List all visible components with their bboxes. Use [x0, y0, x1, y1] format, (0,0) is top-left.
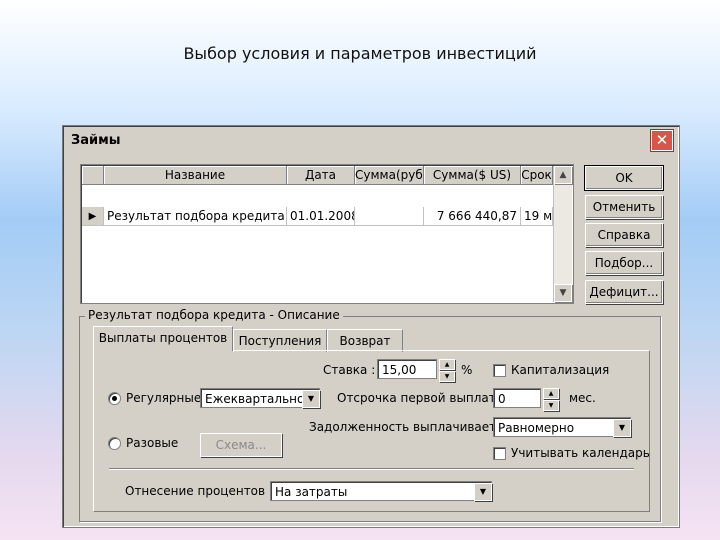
delay-unit-label: мес. — [569, 391, 596, 405]
col-header-term[interactable]: Срок — [521, 166, 553, 185]
rate-spinner[interactable]: ▲ ▼ — [439, 359, 455, 382]
rate-field[interactable]: 15,00 — [377, 359, 437, 379]
cancel-button[interactable]: Отменить — [585, 195, 663, 219]
dialog-title: Займы — [71, 133, 121, 148]
cell-date[interactable]: 01.01.2008 — [287, 207, 355, 226]
spin-up-icon[interactable]: ▲ — [543, 388, 559, 399]
calendar-checkbox[interactable] — [493, 447, 506, 460]
grid-scrollbar[interactable]: ▲ ▼ — [553, 166, 572, 302]
rate-label: Ставка : — [323, 363, 376, 377]
allocation-label: Отнесение процентов : — [125, 484, 273, 498]
onetime-label: Разовые — [126, 436, 179, 450]
deficit-button[interactable]: Дефицит... — [585, 280, 663, 304]
col-header-name[interactable]: Название — [104, 166, 287, 185]
spin-down-icon[interactable]: ▼ — [439, 371, 455, 382]
row-pointer-icon: ▶ — [82, 207, 104, 226]
separator — [109, 468, 634, 470]
loans-grid[interactable]: Название Дата Сумма(руб.) Сумма($ US) Ср… — [80, 164, 574, 304]
allocation-select[interactable]: На затраты — [270, 481, 492, 501]
ok-button[interactable]: OK — [584, 165, 664, 191]
onetime-radio[interactable] — [108, 437, 121, 450]
loans-dialog: Займы ✕ Название Дата Сумма(руб.) Сумма(… — [62, 125, 680, 528]
select-button[interactable]: Подбор... — [585, 251, 663, 275]
slide-title: Выбор условия и параметров инвестиций — [183, 44, 537, 63]
tab-receipts[interactable]: Поступления — [233, 329, 327, 352]
chevron-down-icon[interactable]: ▼ — [302, 390, 320, 408]
delay-field[interactable]: 0 — [493, 388, 541, 408]
tab-repayment[interactable]: Возврат — [327, 329, 403, 352]
debt-label: Задолженность выплачивается — [309, 420, 510, 434]
col-header-date[interactable]: Дата — [287, 166, 355, 185]
spin-down-icon[interactable]: ▼ — [543, 400, 559, 411]
cell-sum-usd[interactable]: 7 666 440,87 — [424, 207, 521, 226]
delay-spinner[interactable]: ▲ ▼ — [543, 388, 559, 411]
debt-mode-select[interactable]: Равномерно — [493, 417, 631, 437]
tab-interest-payments[interactable]: Выплаты процентов — [93, 326, 233, 351]
cell-sum-rub[interactable] — [355, 207, 424, 226]
table-row[interactable]: ▶ Результат подбора кредита 01.01.2008 7… — [82, 186, 553, 226]
scroll-down-icon[interactable]: ▼ — [554, 284, 572, 302]
chevron-down-icon[interactable]: ▼ — [613, 419, 631, 437]
regular-radio[interactable] — [108, 392, 121, 405]
regular-label: Регулярные — [126, 391, 202, 405]
grid-corner — [82, 166, 104, 185]
chevron-down-icon[interactable]: ▼ — [474, 483, 492, 501]
capitalization-label: Капитализация — [511, 363, 610, 377]
calendar-label: Учитывать календарь — [511, 446, 650, 460]
spin-up-icon[interactable]: ▲ — [439, 359, 455, 370]
percent-label: % — [461, 363, 473, 377]
col-header-sum-rub[interactable]: Сумма(руб.) — [355, 166, 424, 185]
cell-term[interactable]: 19 м — [521, 207, 553, 226]
help-button[interactable]: Справка — [585, 223, 663, 247]
groupbox-label: Результат подбора кредита - Описание — [85, 308, 343, 322]
cell-name[interactable]: Результат подбора кредита — [104, 207, 287, 226]
capitalization-checkbox[interactable] — [493, 364, 506, 377]
close-icon[interactable]: ✕ — [651, 130, 673, 151]
scroll-up-icon[interactable]: ▲ — [554, 166, 572, 184]
delay-label: Отсрочка первой выплаты — [337, 391, 506, 405]
col-header-sum-usd[interactable]: Сумма($ US) — [424, 166, 521, 185]
scheme-button[interactable]: Схема... — [200, 433, 282, 457]
